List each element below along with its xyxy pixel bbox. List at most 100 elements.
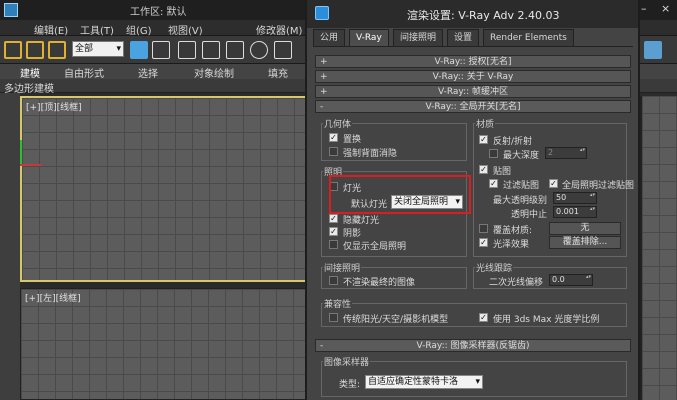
max-app-icon[interactable] bbox=[4, 3, 18, 17]
override-mtl-button[interactable]: 无 bbox=[549, 222, 621, 235]
select-object-icon[interactable] bbox=[130, 41, 148, 59]
ribbon-tab-modeling[interactable]: 建模 bbox=[20, 65, 40, 80]
displacement-label: 置换 bbox=[343, 135, 362, 145]
minimize-icon[interactable]: – bbox=[641, 2, 647, 15]
sampler-type-select[interactable]: 自适应确定性蒙特卡洛 bbox=[365, 375, 483, 389]
rollout-expand-icon: + bbox=[320, 87, 328, 97]
bind-icon[interactable] bbox=[48, 41, 66, 59]
override-exclude-button[interactable]: 覆盖排除... bbox=[549, 236, 621, 249]
menu-modifiers[interactable]: 修改器(M) bbox=[256, 22, 302, 37]
highlight-annotation bbox=[329, 175, 471, 214]
rotate-icon[interactable] bbox=[250, 41, 268, 59]
max-transp-spinner[interactable]: 50 bbox=[553, 192, 597, 204]
transp-cutoff-label: 透明中止 bbox=[511, 210, 548, 220]
gi-filter-maps-checkbox[interactable]: ✓ bbox=[549, 179, 558, 188]
viewport-perspective[interactable] bbox=[640, 96, 677, 400]
maps-checkbox[interactable]: ✓ bbox=[479, 165, 488, 174]
ribbon-tab-freeform[interactable]: 自由形式 bbox=[64, 65, 104, 80]
secondary-bias-label: 二次光线偏移 bbox=[489, 278, 544, 288]
menu-group[interactable]: 组(G) bbox=[126, 22, 152, 37]
shadows-checkbox[interactable]: ✓ bbox=[329, 227, 338, 236]
unlink-icon[interactable] bbox=[26, 41, 44, 59]
raytracing-group-title: 光线跟踪 bbox=[475, 261, 514, 274]
gi-only-checkbox[interactable] bbox=[329, 240, 338, 249]
materials-group-title: 材质 bbox=[475, 117, 496, 130]
render-icon[interactable] bbox=[644, 41, 662, 59]
menu-edit[interactable]: 编辑(E) bbox=[34, 22, 68, 37]
rollout-about[interactable]: + V-Ray:: 关于 V-Ray bbox=[315, 70, 631, 83]
tab-render-elements[interactable]: Render Elements bbox=[483, 29, 574, 46]
force-backface-checkbox[interactable] bbox=[329, 147, 338, 156]
filter-maps-checkbox[interactable]: ✓ bbox=[489, 179, 498, 188]
render-settings-dialog: 渲染设置: V-Ray Adv 2.40.03 公用 V-Ray 间接照明 设置… bbox=[305, 0, 640, 400]
secondary-bias-spinner[interactable]: 0.0 bbox=[549, 274, 593, 286]
geometry-group-title: 几何体 bbox=[323, 117, 353, 130]
tab-indirect-illumination[interactable]: 间接照明 bbox=[393, 29, 444, 46]
rollout-global-switches-label: V-Ray:: 全局开关[无名] bbox=[425, 102, 521, 112]
close-icon[interactable]: × bbox=[661, 2, 670, 15]
max-transp-label: 最大透明级别 bbox=[493, 196, 548, 206]
scale-icon[interactable] bbox=[274, 41, 292, 59]
rollout-frame-buffer-label: V-Ray:: 帧缓冲区 bbox=[437, 87, 509, 97]
tab-vray[interactable]: V-Ray bbox=[349, 29, 389, 46]
rollout-global-switches[interactable]: - V-Ray:: 全局开关[无名] bbox=[315, 100, 631, 113]
tab-common[interactable]: 公用 bbox=[313, 29, 346, 46]
viewport-left-label[interactable]: [+][左][线框] bbox=[25, 291, 81, 304]
viewport-top-label[interactable]: [+][顶][线框] bbox=[26, 100, 82, 113]
override-mtl-label: 覆盖材质: bbox=[493, 226, 533, 236]
legacy-sun-label: 传统阳光/天空/摄影机模型 bbox=[343, 315, 449, 325]
compatibility-group-title: 兼容性 bbox=[323, 297, 353, 310]
viewport-top[interactable]: [+][顶][线框] bbox=[20, 96, 310, 282]
sampler-type-label: 类型: bbox=[339, 380, 361, 390]
rect-select-icon[interactable] bbox=[178, 41, 196, 59]
render-settings-icon bbox=[315, 6, 329, 20]
link-icon[interactable] bbox=[4, 41, 22, 59]
max-depth-spinner[interactable]: 2 bbox=[545, 147, 587, 159]
dont-render-final-label: 不渲染最终的图像 bbox=[343, 278, 416, 288]
displacement-checkbox[interactable]: ✓ bbox=[329, 133, 338, 142]
use-3dsmax-label: 使用 3ds Max 光度学比例 bbox=[493, 315, 600, 325]
ribbon-tab-object-paint[interactable]: 对象绘制 bbox=[194, 65, 234, 80]
window-cross-icon[interactable] bbox=[202, 41, 220, 59]
select-by-name-icon[interactable] bbox=[152, 41, 170, 59]
legacy-sun-checkbox[interactable] bbox=[329, 313, 338, 322]
dont-render-final-checkbox[interactable] bbox=[329, 276, 338, 285]
shadows-label: 阴影 bbox=[343, 229, 362, 239]
ribbon-tab-populate[interactable]: 填充 bbox=[268, 65, 288, 80]
menu-view[interactable]: 视图(V) bbox=[168, 22, 203, 37]
viewport-left-strip bbox=[0, 93, 20, 400]
override-mtl-checkbox[interactable] bbox=[479, 224, 488, 233]
hidden-lights-label: 隐藏灯光 bbox=[343, 216, 380, 226]
glossy-label: 光泽效果 bbox=[493, 240, 530, 250]
force-backface-label: 强制背面消隐 bbox=[343, 149, 398, 159]
rollout-image-sampler-label: V-Ray:: 图像采样器(反锯齿) bbox=[416, 341, 530, 351]
max-window-controls: – × bbox=[637, 0, 677, 20]
selection-filter-select[interactable]: 全部 bbox=[72, 41, 124, 57]
hidden-lights-checkbox[interactable]: ✓ bbox=[329, 214, 338, 223]
gi-filter-maps-label: 全局照明过滤贴图 bbox=[562, 181, 635, 191]
reflect-refract-label: 反射/折射 bbox=[493, 137, 533, 147]
max-depth-label: 最大深度 bbox=[503, 151, 540, 161]
rollout-collapse-icon: - bbox=[320, 102, 324, 112]
max-depth-checkbox[interactable] bbox=[489, 149, 498, 158]
use-3dsmax-checkbox[interactable]: ✓ bbox=[479, 313, 488, 322]
reflect-refract-checkbox[interactable]: ✓ bbox=[479, 135, 488, 144]
tab-settings[interactable]: 设置 bbox=[447, 29, 480, 46]
viewport-left[interactable]: [+][左][线框] bbox=[20, 288, 310, 400]
image-sampler-group-title: 图像采样器 bbox=[323, 355, 371, 368]
transp-cutoff-spinner[interactable]: 0.001 bbox=[553, 206, 597, 218]
ribbon-tab-selection[interactable]: 选择 bbox=[138, 65, 158, 80]
move-icon[interactable] bbox=[226, 41, 244, 59]
rollout-frame-buffer[interactable]: + V-Ray:: 帧缓冲区 bbox=[315, 85, 631, 98]
rollout-collapse-icon: - bbox=[320, 341, 324, 351]
axis-x-icon bbox=[20, 164, 42, 166]
glossy-checkbox[interactable]: ✓ bbox=[479, 238, 488, 247]
dialog-body: + V-Ray:: 授权[无名] + V-Ray:: 关于 V-Ray + V-… bbox=[313, 46, 635, 400]
axis-y-icon bbox=[20, 140, 22, 166]
rollout-authorization[interactable]: + V-Ray:: 授权[无名] bbox=[315, 55, 631, 68]
menu-tools[interactable]: 工具(T) bbox=[80, 22, 114, 37]
rollout-image-sampler[interactable]: - V-Ray:: 图像采样器(反锯齿) bbox=[315, 339, 631, 352]
rollout-expand-icon: + bbox=[320, 72, 328, 82]
gi-only-label: 仅显示全局照明 bbox=[343, 242, 407, 252]
dialog-tabs: 公用 V-Ray 间接照明 设置 Render Elements bbox=[313, 29, 637, 46]
